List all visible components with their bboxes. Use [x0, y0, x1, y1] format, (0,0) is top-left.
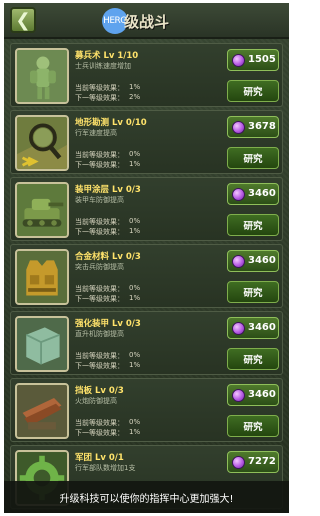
- current-effect-value: 0%: [129, 351, 141, 359]
- hint-text: 升级科技可以使你的指挥中心更加强大!: [59, 493, 234, 505]
- current-effect-label: 当前等级效果：: [75, 285, 124, 293]
- tech-desc: 火炮防御提高: [75, 397, 117, 405]
- cost-button[interactable]: 1505: [227, 49, 279, 71]
- back-button[interactable]: ❮: [10, 7, 36, 33]
- research-button[interactable]: 研究: [227, 147, 279, 169]
- cost-value: 3460: [248, 188, 276, 199]
- cost-button[interactable]: 3460: [227, 317, 279, 339]
- tech-card-reinforced-armor: 强化装甲 Lv 0/3 直升机防御提高 当前等级效果： 0% 下一等级效果： 1% …: [10, 311, 283, 375]
- tank-icon: [15, 182, 69, 238]
- current-effect-label: 当前等级效果：: [75, 84, 124, 92]
- research-button[interactable]: 研究: [227, 415, 279, 437]
- cost-value: 7272: [248, 456, 276, 467]
- next-effect-value: 1%: [129, 160, 141, 168]
- next-effect: 下一等级效果： 2%: [75, 93, 140, 103]
- tech-card-terrain: 地形勘测 Lv 0/10 行军速度提高 当前等级效果： 0% 下一等级效果： 1% …: [10, 110, 283, 174]
- gem-icon: [232, 255, 245, 268]
- phone-frame: ❮ HERO 级战斗 募兵术 Lv 1/10 士兵训练速度增加 当前等级效果： …: [0, 0, 293, 516]
- tech-name: 军团 Lv 0/1: [75, 453, 124, 463]
- cost-button[interactable]: 3460: [227, 183, 279, 205]
- tech-name: 挡板 Lv 0/3: [75, 386, 124, 396]
- next-effect-label: 下一等级效果：: [75, 94, 124, 102]
- cost-button[interactable]: 3460: [227, 250, 279, 272]
- gem-icon: [232, 322, 245, 335]
- next-effect-label: 下一等级效果：: [75, 295, 124, 303]
- magnifier-map-icon: [15, 115, 69, 171]
- hint-banner: 升级科技可以使你的指挥中心更加强大!: [4, 481, 289, 513]
- tech-desc: 行军部队数增加1支: [75, 464, 136, 472]
- next-effect-label: 下一等级效果：: [75, 429, 124, 437]
- research-button[interactable]: 研究: [227, 214, 279, 236]
- next-effect-label: 下一等级效果：: [75, 228, 124, 236]
- next-effect-value: 1%: [129, 294, 141, 302]
- current-effect-label: 当前等级效果：: [75, 218, 124, 226]
- game-screen: ❮ HERO 级战斗 募兵术 Lv 1/10 士兵训练速度增加 当前等级效果： …: [4, 3, 289, 513]
- next-effect-value: 2%: [129, 93, 141, 101]
- page-title: 级战斗: [124, 13, 170, 31]
- cost-value: 3460: [248, 255, 276, 266]
- tech-name: 募兵术 Lv 1/10: [75, 51, 139, 61]
- tech-desc: 士兵训练速度增加: [75, 62, 131, 70]
- tech-desc: 突击兵防御提高: [75, 263, 124, 271]
- next-effect: 下一等级效果： 1%: [75, 227, 140, 237]
- cost-value: 1505: [248, 54, 276, 65]
- tech-card-baffle: 挡板 Lv 0/3 火炮防御提高 当前等级效果： 0% 下一等级效果： 1% 346…: [10, 378, 283, 442]
- gem-icon: [232, 121, 245, 134]
- next-effect: 下一等级效果： 1%: [75, 361, 140, 371]
- next-effect-value: 1%: [129, 361, 141, 369]
- current-effect-value: 0%: [129, 284, 141, 292]
- gem-icon: [232, 54, 245, 67]
- gem-icon: [232, 188, 245, 201]
- next-effect-label: 下一等级效果：: [75, 161, 124, 169]
- current-effect-label: 当前等级效果：: [75, 151, 124, 159]
- soldier-figure-icon: [15, 48, 69, 104]
- current-effect-label: 当前等级效果：: [75, 352, 124, 360]
- cost-value: 3460: [248, 389, 276, 400]
- current-effect: 当前等级效果： 0%: [75, 217, 140, 227]
- research-button[interactable]: 研究: [227, 348, 279, 370]
- gem-icon: [232, 389, 245, 402]
- next-effect: 下一等级效果： 1%: [75, 294, 140, 304]
- tech-card-alloy: 合金材料 Lv 0/3 突击兵防御提高 当前等级效果： 0% 下一等级效果： 1% …: [10, 244, 283, 308]
- next-effect-label: 下一等级效果：: [75, 362, 124, 370]
- current-effect-value: 1%: [129, 83, 141, 91]
- cost-value: 3460: [248, 322, 276, 333]
- header-bar: ❮ HERO 级战斗: [4, 3, 289, 39]
- tech-card-recruit: 募兵术 Lv 1/10 士兵训练速度增加 当前等级效果： 1% 下一等级效果： 2%…: [10, 43, 283, 107]
- current-effect: 当前等级效果： 0%: [75, 351, 140, 361]
- current-effect-label: 当前等级效果：: [75, 419, 124, 427]
- armor-block-icon: [15, 316, 69, 372]
- cost-button[interactable]: 3678: [227, 116, 279, 138]
- current-effect-value: 0%: [129, 418, 141, 426]
- current-effect-value: 0%: [129, 150, 141, 158]
- tech-name: 合金材料 Lv 0/3: [75, 252, 141, 262]
- tech-card-armor-coating: 装甲涂层 Lv 0/3 装甲车防御提高 当前等级效果： 0% 下一等级效果： 1% …: [10, 177, 283, 241]
- current-effect: 当前等级效果： 0%: [75, 284, 140, 294]
- next-effect: 下一等级效果： 1%: [75, 160, 140, 170]
- tech-name: 地形勘测 Lv 0/10: [75, 118, 147, 128]
- cost-value: 3678: [248, 121, 276, 132]
- research-button[interactable]: 研究: [227, 80, 279, 102]
- tech-name: 装甲涂层 Lv 0/3: [75, 185, 141, 195]
- next-effect: 下一等级效果： 1%: [75, 428, 140, 438]
- current-effect: 当前等级效果： 1%: [75, 83, 140, 93]
- gem-icon: [232, 456, 245, 469]
- armor-vest-icon: [15, 249, 69, 305]
- cost-button[interactable]: 7272: [227, 451, 279, 473]
- next-effect-value: 1%: [129, 428, 141, 436]
- next-effect-value: 1%: [129, 227, 141, 235]
- current-effect: 当前等级效果： 0%: [75, 418, 140, 428]
- tech-desc: 装甲车防御提高: [75, 196, 124, 204]
- chevron-left-icon: ❮: [15, 9, 31, 31]
- research-button[interactable]: 研究: [227, 281, 279, 303]
- current-effect-value: 0%: [129, 217, 141, 225]
- current-effect: 当前等级效果： 0%: [75, 150, 140, 160]
- tech-desc: 直升机防御提高: [75, 330, 124, 338]
- tech-name: 强化装甲 Lv 0/3: [75, 319, 141, 329]
- tech-desc: 行军速度提高: [75, 129, 117, 137]
- shield-plate-icon: [15, 383, 69, 439]
- cost-button[interactable]: 3460: [227, 384, 279, 406]
